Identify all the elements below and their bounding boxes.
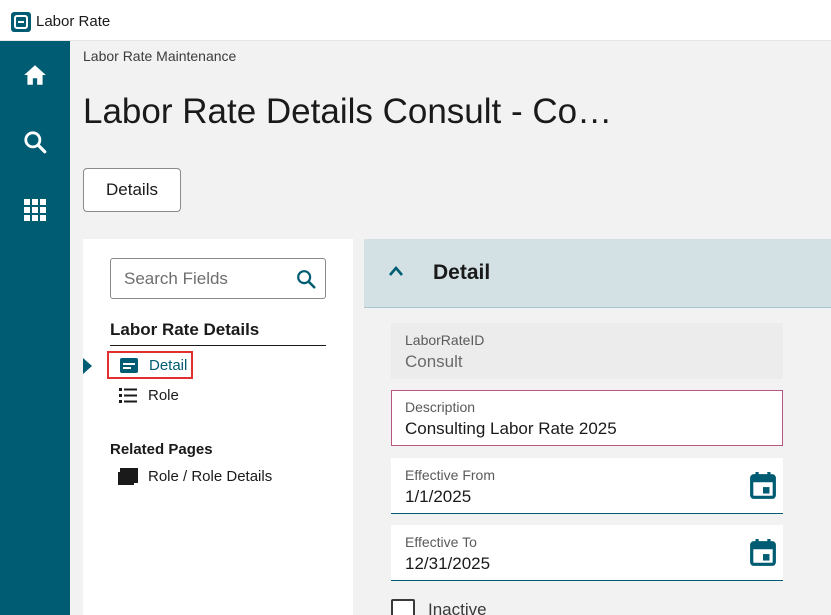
stacked-pages-icon: [117, 467, 139, 485]
nav-item-label: Detail: [149, 356, 188, 374]
active-item-marker: [83, 358, 92, 374]
group-title: Detail: [433, 261, 491, 284]
detail-card-icon: [118, 356, 140, 374]
search-fields-input[interactable]: [111, 259, 291, 298]
field-label: Description: [405, 399, 476, 415]
related-item-role-details[interactable]: Role / Role Details: [117, 464, 272, 488]
inactive-checkbox[interactable]: [391, 599, 415, 615]
search-icon[interactable]: [295, 268, 317, 290]
field-label: LaborRateID: [405, 332, 485, 348]
nav-item-detail[interactable]: Detail: [107, 351, 194, 379]
apps-grid-icon: [24, 199, 46, 221]
description-field[interactable]: Description Consulting Labor Rate 2025: [391, 390, 783, 446]
field-value[interactable]: 1/1/2025: [405, 487, 471, 507]
nav-item-role[interactable]: Role: [117, 383, 179, 407]
nav-item-label: Role: [148, 386, 179, 404]
field-navigation-panel: Labor Rate Details Detail Role: [83, 239, 353, 615]
main-content: Labor Rate Maintenance Labor Rate Detail…: [70, 41, 831, 615]
calendar-icon[interactable]: [750, 472, 776, 500]
list-icon: [117, 386, 139, 404]
field-value: Consult: [405, 352, 463, 371]
search-nav-button[interactable]: [0, 109, 70, 175]
detail-group-header[interactable]: Detail: [364, 239, 831, 308]
window-title: Labor Rate: [36, 13, 111, 30]
calendar-icon[interactable]: [750, 539, 776, 567]
related-pages-heading: Related Pages: [110, 441, 213, 458]
field-value[interactable]: Consulting Labor Rate 2025: [405, 419, 617, 439]
field-value[interactable]: 12/31/2025: [405, 554, 490, 574]
title-bar: Labor Rate: [0, 0, 831, 41]
details-button[interactable]: Details: [83, 168, 181, 212]
inactive-checkbox-label: Inactive: [428, 600, 487, 615]
left-nav-rail: [0, 41, 70, 615]
chevron-up-icon[interactable]: [388, 265, 404, 277]
labor-rate-id-field: LaborRateID Consult: [391, 323, 783, 379]
effective-from-field[interactable]: Effective From 1/1/2025: [391, 458, 783, 514]
related-item-label: Role / Role Details: [148, 467, 273, 485]
home-icon: [24, 65, 46, 85]
page-title: Labor Rate Details Consult - Co…: [83, 92, 613, 131]
app-logo-icon: [11, 12, 31, 32]
search-fields-box: [110, 258, 326, 299]
section-divider: [110, 345, 326, 346]
detail-panel: Detail LaborRateID Consult Description C…: [364, 239, 831, 615]
field-label: Effective To: [405, 534, 477, 550]
apps-button[interactable]: [0, 177, 70, 243]
search-icon: [24, 131, 47, 154]
breadcrumb[interactable]: Labor Rate Maintenance: [83, 48, 236, 64]
field-label: Effective From: [405, 467, 495, 483]
effective-to-field[interactable]: Effective To 12/31/2025: [391, 525, 783, 581]
section-heading: Labor Rate Details: [110, 320, 260, 339]
home-button[interactable]: [0, 42, 70, 108]
